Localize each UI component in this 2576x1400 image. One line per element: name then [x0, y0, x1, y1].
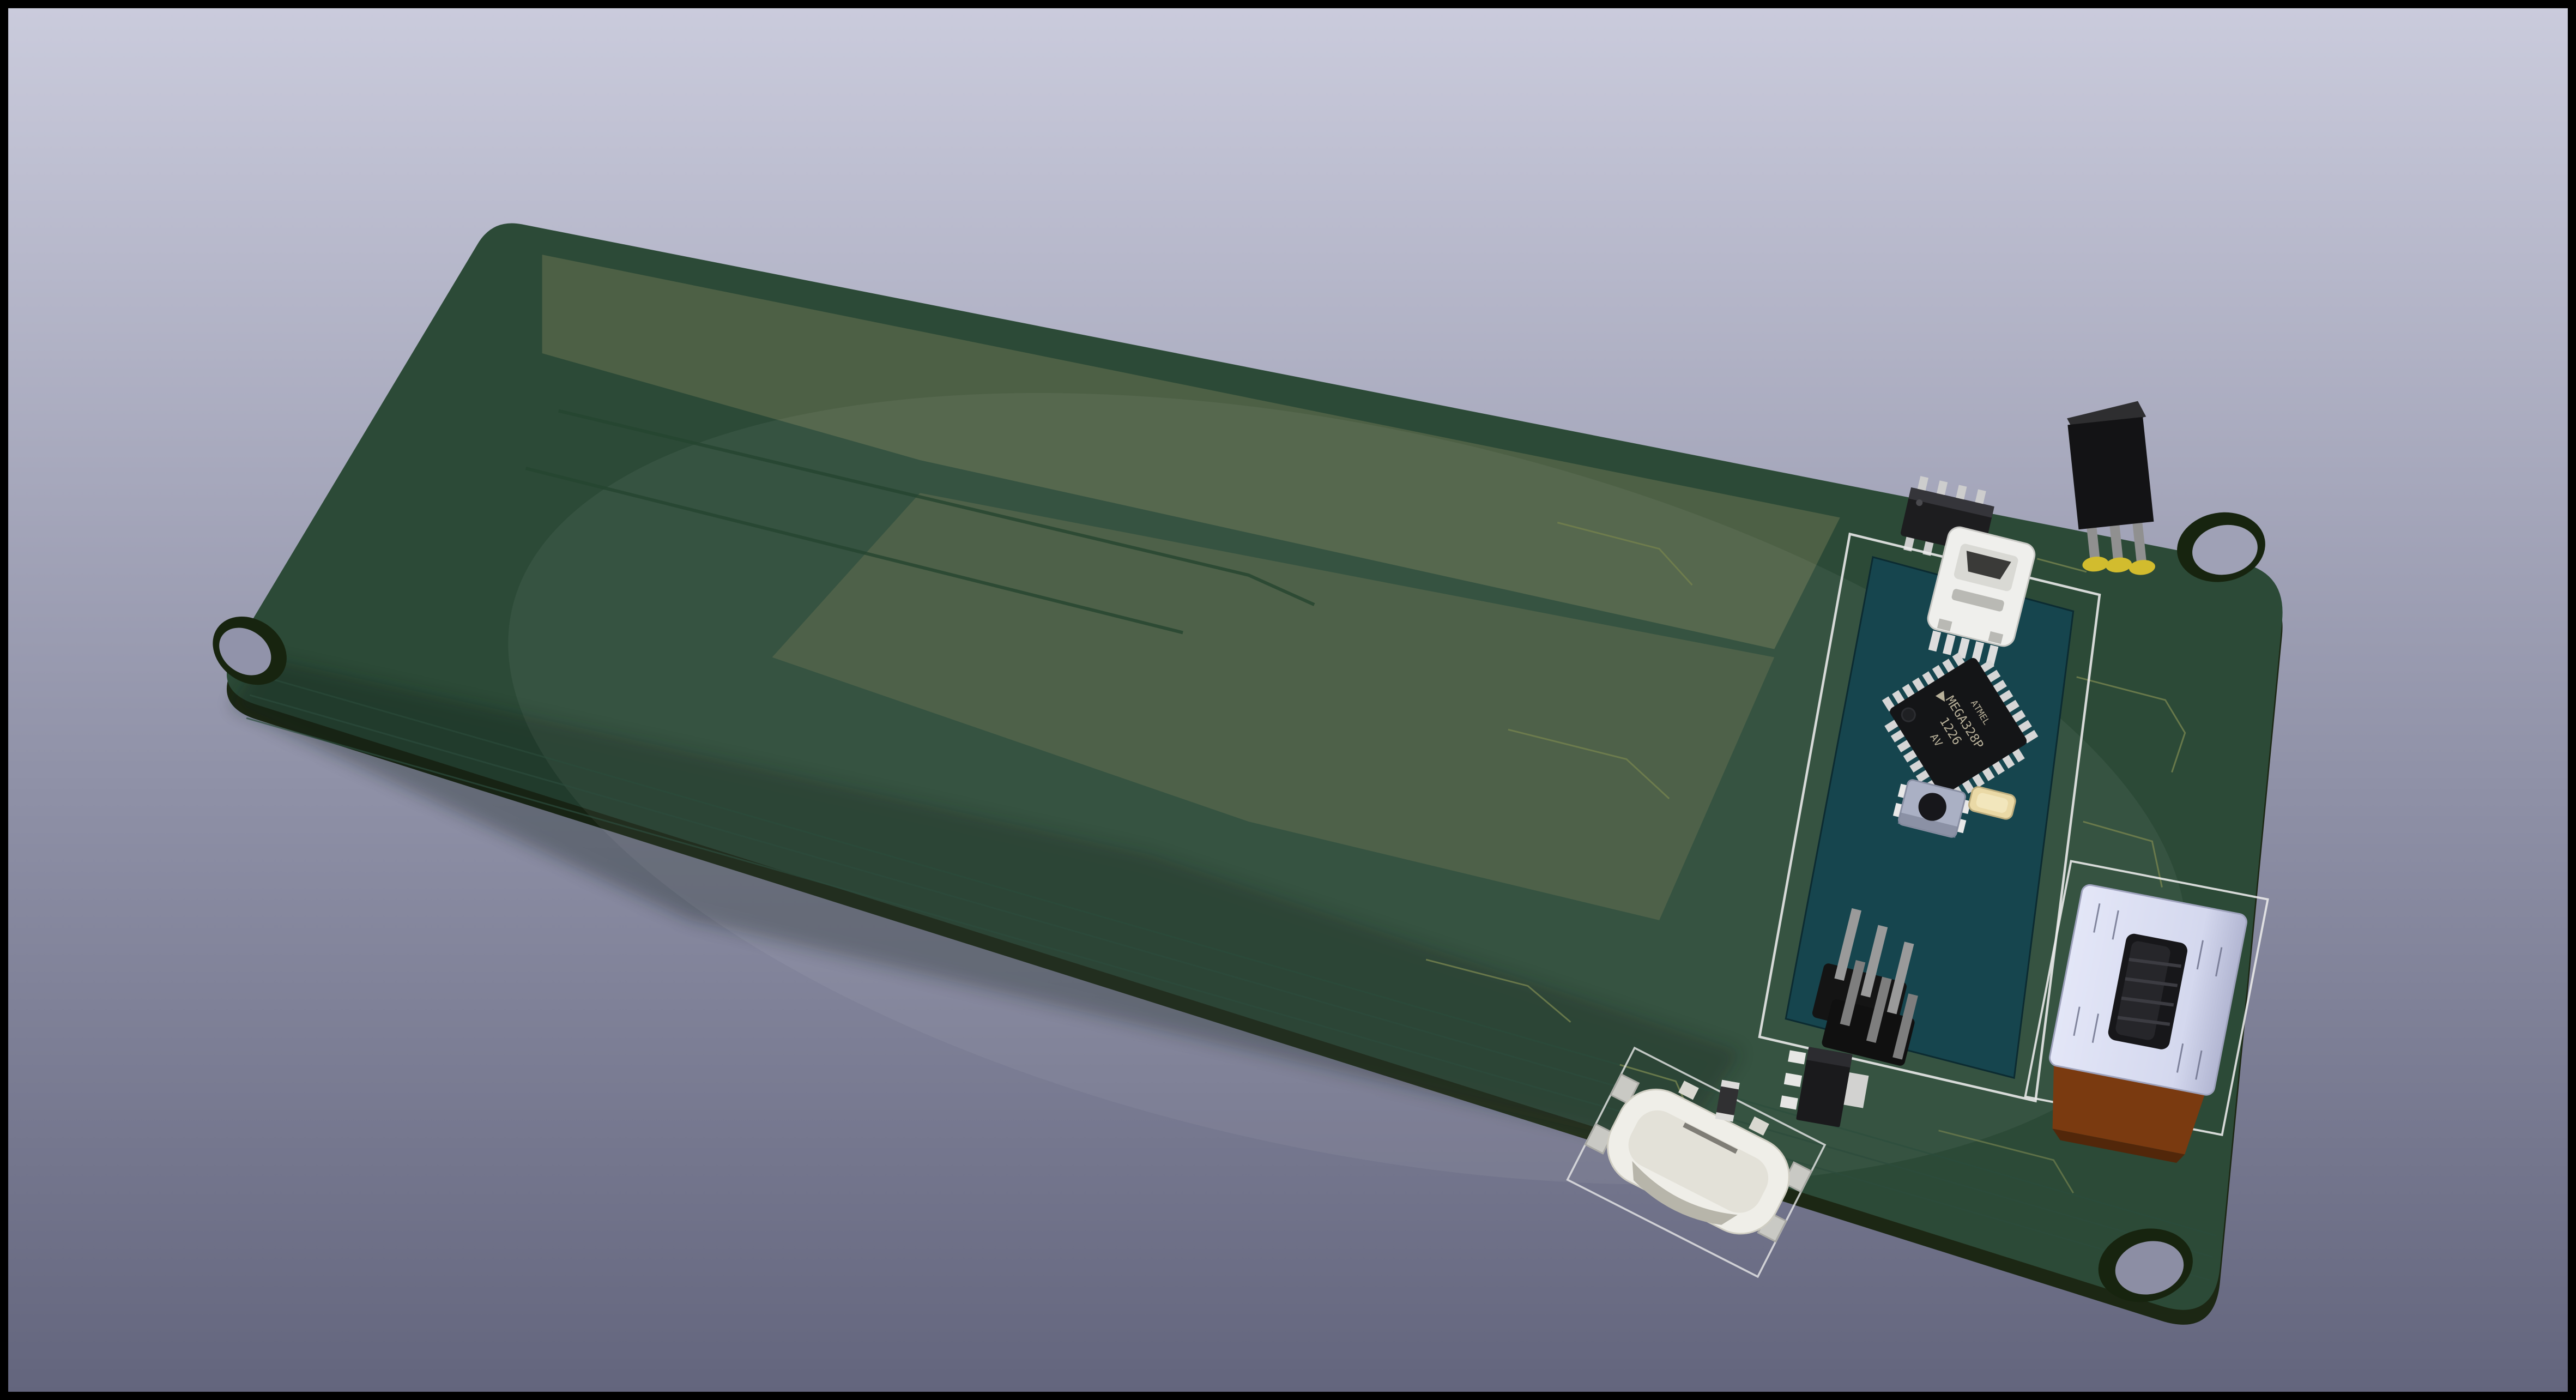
pcb-3d-render-viewport[interactable]: ATMEL MEGA328P 1226 AV	[0, 0, 2576, 1400]
